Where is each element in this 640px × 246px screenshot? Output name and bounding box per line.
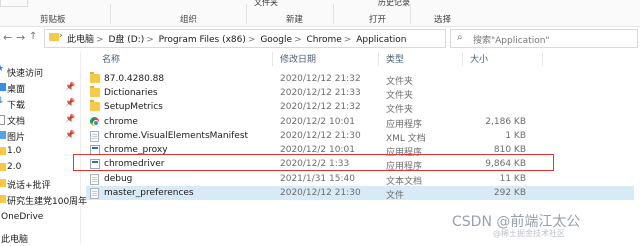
crumb-application[interactable]: Application	[356, 35, 406, 45]
file-row-selected[interactable]: master_preferences 2020/12/12 21:30 文件 2…	[86, 186, 634, 201]
folder-icon	[90, 100, 100, 111]
sidebar-item-pictures[interactable]: 图片 📌	[0, 128, 80, 144]
download-icon: ↓	[0, 96, 5, 106]
column-header-size[interactable]: 大小	[470, 52, 488, 66]
xml-file-icon	[90, 131, 99, 142]
sidebar-item-talk-criticism[interactable]: 说话+批评	[0, 176, 80, 192]
file-name: 87.0.4280.88	[104, 74, 165, 84]
sidebar-item-documents[interactable]: 文档 📌	[0, 112, 80, 128]
file-row[interactable]: debug 2021/1/31 15:40 文本文档 11 KB	[86, 172, 634, 187]
file-row[interactable]: Dictionaries 2020/12/12 21:33 文件夹	[86, 86, 634, 101]
sidebar-item-quick-access[interactable]: ★ 快速访问	[0, 64, 80, 80]
file-date: 2021/1/31 15:40	[280, 174, 355, 184]
folder-icon	[0, 179, 6, 187]
file-row[interactable]: 87.0.4280.88 2020/12/12 21:32 文件夹	[86, 72, 634, 87]
file-name: SetupMetrics	[104, 102, 163, 112]
sidebar-item-1-0[interactable]: 1.0	[0, 144, 80, 160]
file-date: 2020/12/12 21:30	[280, 188, 361, 198]
ribbon-group-clipboard: 剪贴板	[40, 15, 66, 25]
file-date: 2020/12/12 21:32	[280, 102, 361, 112]
ribbon-group-organize: 组织	[180, 15, 198, 25]
pin-icon: 📌	[65, 114, 75, 123]
chrome-icon	[90, 117, 99, 126]
sidebar-item-party-100[interactable]: 研究生建党100周年	[0, 192, 87, 208]
file-date: 2020/12/2 10:01	[280, 117, 355, 127]
sidebar-item-2-0[interactable]: 2.0	[0, 160, 80, 176]
crumb-this-pc[interactable]: 此电脑	[67, 35, 94, 45]
forward-arrow-icon[interactable]: →	[16, 31, 25, 44]
sidebar-item-desktop[interactable]: 桌面 📌	[0, 80, 80, 96]
ribbon-tab-folder[interactable]: 文件夹	[254, 0, 278, 8]
ribbon-group-select: 选择	[434, 15, 452, 25]
file-row[interactable]: chrome.VisualElementsManifest 2020/12/12…	[86, 129, 634, 144]
up-arrow-icon[interactable]: ↑	[29, 31, 37, 42]
folder-icon	[0, 147, 6, 155]
file-date: 2020/12/12 21:32	[280, 74, 361, 84]
address-row: ← → ↑ › 此电脑 > D盘 (D:) > Program Files (x86…	[0, 27, 640, 49]
breadcrumb: 此电脑 > D盘 (D:) > Program Files (x86) > Googl…	[67, 35, 407, 45]
address-bar[interactable]: › 此电脑 > D盘 (D:) > Program Files (x86) > Goo…	[44, 29, 446, 48]
sidebar-item-onedrive[interactable]: OneDrive	[0, 210, 80, 226]
navigation-pane: ★ 快速访问 桌面 📌 ↓ 下载 📌 文档 📌 图片 📌 1.0 2.0 说话+…	[0, 52, 87, 245]
folder-icon	[90, 72, 100, 83]
document-icon	[0, 115, 5, 125]
ribbon-tab-history[interactable]: 历史记录	[378, 0, 410, 8]
file-date: 2020/12/12 21:33	[280, 88, 361, 98]
column-header-type[interactable]: 类型	[386, 52, 404, 66]
file-row[interactable]: chrome 2020/12/2 10:01 应用程序 2,186 KB	[86, 115, 634, 130]
pin-icon: 📌	[65, 98, 75, 107]
search-input[interactable]: 搜索"Application"	[473, 33, 550, 46]
crumb-program-files[interactable]: Program Files (x86)	[159, 35, 246, 45]
search-icon: ⌕	[457, 32, 463, 43]
crumb-google[interactable]: Google	[260, 35, 292, 45]
crumb-chrome[interactable]: Chrome	[306, 35, 341, 45]
folder-icon	[90, 86, 100, 97]
file-name: chrome.VisualElementsManifest	[104, 131, 249, 141]
file-size: 2,186 KB	[485, 117, 526, 127]
file-date: 2020/12/12 21:30	[280, 131, 361, 141]
file-row[interactable]: SetupMetrics 2020/12/12 21:32 文件夹	[86, 100, 634, 115]
folder-icon	[0, 163, 6, 171]
file-size: 1 KB	[505, 131, 526, 141]
text-file-icon	[90, 174, 99, 185]
back-arrow-icon[interactable]: ←	[3, 31, 12, 44]
pin-icon: 📌	[65, 130, 75, 139]
ribbon-group-open: 打开	[369, 15, 387, 25]
search-box[interactable]: ⌕ 搜索"Application"	[450, 29, 638, 48]
folder-icon	[0, 195, 6, 203]
file-name: Dictionaries	[104, 88, 158, 98]
file-size: 11 KB	[499, 174, 526, 184]
column-header-date[interactable]: 修改日期	[280, 52, 316, 66]
column-header-name[interactable]: 名称	[102, 52, 120, 66]
ribbon-group-new: 新建	[286, 15, 304, 25]
file-name: debug	[104, 174, 133, 184]
file-name: master_preferences	[104, 188, 194, 198]
crumb-drive-d[interactable]: D盘 (D:)	[108, 35, 144, 45]
file-type: 文件夹	[386, 105, 414, 115]
desktop-icon	[0, 83, 6, 91]
ribbon: 文件夹 历史记录 剪贴板 组织 新建 打开 选择	[0, 0, 640, 27]
file-type: 文件	[386, 191, 405, 201]
picture-icon	[0, 131, 6, 139]
file-icon	[90, 188, 99, 199]
folder-icon	[49, 33, 59, 41]
star-icon: ★	[0, 64, 5, 74]
watermark-sub: @稀土掘金技术社区	[493, 229, 565, 238]
pin-icon: 📌	[65, 82, 75, 91]
file-name: chrome	[104, 117, 138, 127]
highlight-box	[73, 154, 554, 171]
file-size: 292 KB	[493, 188, 526, 198]
sidebar-item-downloads[interactable]: ↓ 下载 📌	[0, 96, 80, 112]
